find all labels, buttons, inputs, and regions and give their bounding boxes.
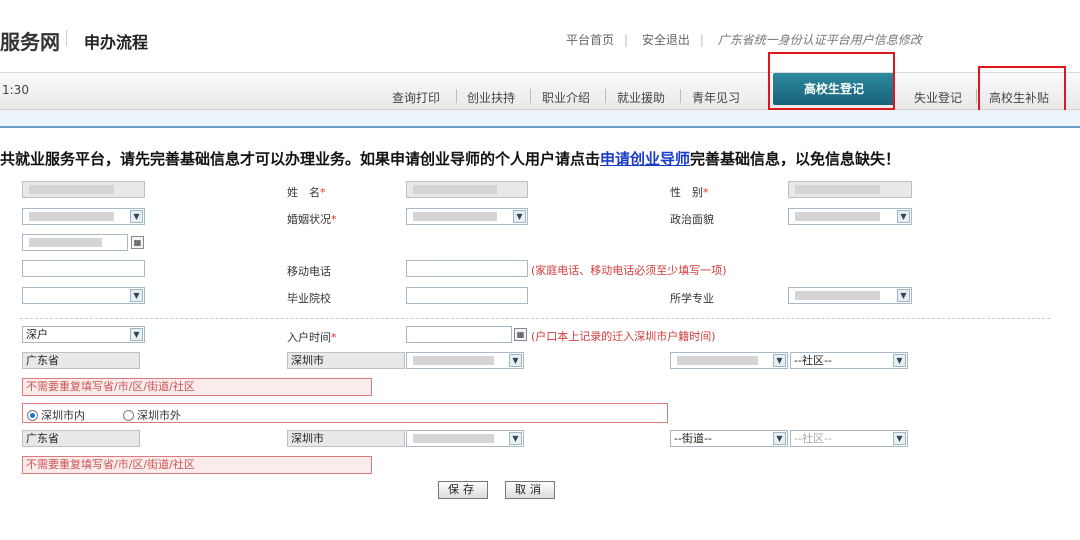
nav-business-support[interactable]: 创业扶持 (467, 89, 515, 106)
major-select[interactable]: ▼ (788, 287, 912, 304)
nav-employment-aid[interactable]: 就业援助 (617, 89, 665, 106)
radio-in-shenzhen[interactable]: 深圳市内 (27, 407, 85, 423)
residence-address-input[interactable]: 不需要重复填写省/市/区/街道/社区 (22, 456, 372, 474)
residence-district-select[interactable]: ▼ (406, 430, 524, 447)
chevron-down-icon: ▼ (773, 354, 786, 367)
chevron-down-icon: ▼ (509, 354, 522, 367)
residence-city: 深圳市 (287, 430, 405, 447)
hukou-time-field[interactable] (406, 326, 512, 343)
section-divider (20, 318, 1050, 319)
school-label: 毕业院校 (287, 292, 331, 305)
sub-bar (0, 110, 1080, 128)
chevron-down-icon: ▼ (513, 210, 526, 223)
hukou-community-select[interactable]: --社区-- ▼ (790, 352, 908, 369)
profile-edit-link[interactable]: 广东省统一身份认证平台用户信息修改 (718, 31, 922, 48)
notice-text: 共就业服务平台，请先完善基础信息才可以办理业务。如果申请创业导师的个人用户请点击… (0, 150, 901, 168)
home-link[interactable]: 平台首页 (566, 31, 614, 48)
save-button[interactable]: 保存 (438, 481, 488, 499)
hukou-address-input[interactable]: 不需要重复填写省/市/区/街道/社区 (22, 378, 372, 396)
mobile-label: 移动电话 (287, 265, 331, 278)
cancel-button[interactable]: 取消 (505, 481, 555, 499)
major-label: 所学专业 (670, 292, 714, 305)
nav-query-print[interactable]: 查询打印 (392, 89, 440, 106)
brand-divider (66, 30, 67, 46)
marital-label: 婚姻状况* (287, 213, 337, 226)
radio-checked-icon (27, 410, 38, 421)
phone-hint: (家庭电话、移动电话必须至少填写一项) (531, 264, 727, 277)
school-field[interactable] (406, 287, 528, 304)
nav-unemployment-registration[interactable]: 失业登记 (914, 89, 962, 106)
hukou-province: 广东省 (22, 352, 140, 369)
radio-unchecked-icon (123, 410, 134, 421)
chevron-down-icon: ▼ (897, 210, 910, 223)
main-navbar: 1:30 查询打印 创业扶持 职业介绍 就业援助 青年见习 高校生登记 失业登记… (0, 72, 1080, 110)
logout-link[interactable]: 安全退出 (642, 31, 690, 48)
chevron-down-icon: ▼ (509, 432, 522, 445)
chevron-down-icon: ▼ (130, 328, 143, 341)
calendar-icon[interactable]: ▦ (131, 236, 144, 249)
clock: 1:30 (2, 83, 29, 97)
hukou-district-select[interactable]: ▼ (406, 352, 524, 369)
page-title: 申办流程 (84, 33, 149, 52)
chevron-down-icon: ▼ (893, 432, 906, 445)
nav-job-intro[interactable]: 职业介绍 (542, 89, 590, 106)
mobile-field[interactable] (406, 260, 528, 277)
highlight-graduate-registration (768, 52, 895, 110)
home-phone-field[interactable] (22, 260, 145, 277)
hukou-hint: (户口本上记录的迁入深圳市户籍时间) (531, 330, 716, 343)
site-brand: 服务网 (0, 30, 60, 54)
education-select[interactable]: ▼ (22, 287, 145, 304)
id-field[interactable] (22, 181, 145, 198)
residence-street-select[interactable]: --街道-- ▼ (670, 430, 788, 447)
ethnicity-select[interactable]: ▼ (22, 208, 145, 225)
top-links: 平台首页 | 安全退出 | 广东省统一身份认证平台用户信息修改 (566, 31, 922, 48)
birthdate-field[interactable] (22, 234, 128, 251)
chevron-down-icon: ▼ (130, 210, 143, 223)
marital-select[interactable]: ▼ (406, 208, 528, 225)
chevron-down-icon: ▼ (130, 289, 143, 302)
name-label: 姓 名* (287, 186, 326, 199)
chevron-down-icon: ▼ (897, 289, 910, 302)
chevron-down-icon: ▼ (773, 432, 786, 445)
political-select[interactable]: ▼ (788, 208, 912, 225)
political-label: 政治面貌 (670, 213, 714, 226)
mentor-apply-link[interactable]: 申请创业导师 (600, 150, 690, 168)
radio-out-shenzhen[interactable]: 深圳市外 (123, 407, 181, 423)
residence-radio-group: 深圳市内 深圳市外 (22, 403, 668, 423)
gender-field[interactable] (788, 181, 912, 198)
residence-community-select[interactable]: --社区-- ▼ (790, 430, 908, 447)
hukou-street-select[interactable]: ▼ (670, 352, 788, 369)
residence-province: 广东省 (22, 430, 140, 447)
hukou-select[interactable]: 深户 ▼ (22, 326, 145, 343)
calendar-icon[interactable]: ▦ (514, 328, 527, 341)
gender-label: 性 别* (670, 186, 709, 199)
name-field[interactable] (406, 181, 528, 198)
hukou-time-label: 入户时间* (287, 331, 337, 344)
header: 服务网 申办流程 平台首页 | 安全退出 | 广东省统一身份认证平台用户信息修改 (0, 0, 1080, 72)
hukou-city: 深圳市 (287, 352, 405, 369)
nav-youth-internship[interactable]: 青年见习 (692, 89, 740, 106)
chevron-down-icon: ▼ (893, 354, 906, 367)
